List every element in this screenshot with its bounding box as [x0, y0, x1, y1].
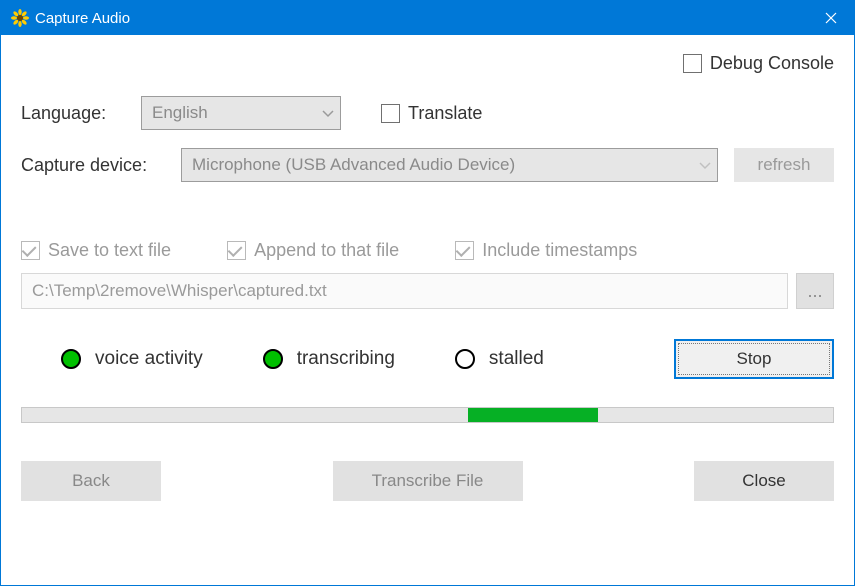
chevron-down-icon: [322, 103, 334, 123]
close-button[interactable]: Close: [694, 461, 834, 501]
progress-bar-fill: [468, 408, 598, 422]
chevron-down-icon: [699, 155, 711, 175]
stalled-label: stalled: [489, 348, 544, 370]
titlebar: Capture Audio: [1, 1, 854, 35]
append-to-file-label: Append to that file: [254, 240, 399, 261]
language-label: Language:: [21, 103, 141, 124]
translate-checkbox[interactable]: Translate: [381, 103, 482, 124]
refresh-label: refresh: [758, 155, 811, 175]
language-select[interactable]: English: [141, 96, 341, 130]
browse-button[interactable]: ...: [796, 273, 834, 309]
transcribing-indicator: transcribing: [263, 348, 395, 370]
close-icon: [825, 12, 837, 24]
browse-label: ...: [807, 281, 822, 302]
window-title: Capture Audio: [35, 10, 808, 27]
stalled-indicator: stalled: [455, 348, 544, 370]
close-label: Close: [742, 471, 785, 491]
back-label: Back: [72, 471, 110, 491]
debug-console-label: Debug Console: [710, 53, 834, 74]
sunflower-icon: [11, 9, 29, 27]
refresh-button[interactable]: refresh: [734, 148, 834, 182]
capture-device-select[interactable]: Microphone (USB Advanced Audio Device): [181, 148, 718, 182]
checkbox-icon: [455, 241, 474, 260]
transcribing-label: transcribing: [297, 348, 395, 370]
save-to-file-checkbox[interactable]: Save to text file: [21, 240, 171, 261]
transcribe-file-button[interactable]: Transcribe File: [333, 461, 523, 501]
status-dot-icon: [61, 349, 81, 369]
checkbox-icon: [381, 104, 400, 123]
checkbox-icon: [227, 241, 246, 260]
include-timestamps-label: Include timestamps: [482, 240, 637, 261]
stop-label: Stop: [737, 349, 772, 369]
checkbox-icon: [683, 54, 702, 73]
save-to-file-label: Save to text file: [48, 240, 171, 261]
progress-bar: [21, 407, 834, 423]
capture-device-label: Capture device:: [21, 155, 181, 176]
include-timestamps-checkbox[interactable]: Include timestamps: [455, 240, 637, 261]
capture-audio-dialog: Capture Audio Debug Console Language: En…: [0, 0, 855, 586]
capture-device-selected: Microphone (USB Advanced Audio Device): [192, 155, 515, 175]
file-path-input[interactable]: C:\Temp\2remove\Whisper\captured.txt: [21, 273, 788, 309]
status-row: voice activity transcribing stalled Stop: [21, 339, 834, 379]
language-row: Language: English Translate: [21, 96, 834, 130]
debug-console-checkbox[interactable]: Debug Console: [683, 53, 834, 74]
capture-device-row: Capture device: Microphone (USB Advanced…: [21, 148, 834, 182]
file-path-row: C:\Temp\2remove\Whisper\captured.txt ...: [21, 273, 834, 309]
debug-row: Debug Console: [21, 53, 834, 74]
status-dot-icon: [263, 349, 283, 369]
checkbox-icon: [21, 241, 40, 260]
transcribe-file-label: Transcribe File: [372, 471, 484, 491]
voice-activity-indicator: voice activity: [61, 348, 203, 370]
dialog-content: Debug Console Language: English Translat…: [1, 35, 854, 585]
file-path-value: C:\Temp\2remove\Whisper\captured.txt: [32, 281, 327, 301]
save-options-row: Save to text file Append to that file In…: [21, 240, 834, 261]
close-window-button[interactable]: [808, 1, 854, 35]
status-dot-icon: [455, 349, 475, 369]
append-to-file-checkbox[interactable]: Append to that file: [227, 240, 399, 261]
translate-label: Translate: [408, 103, 482, 124]
stop-button[interactable]: Stop: [674, 339, 834, 379]
back-button[interactable]: Back: [21, 461, 161, 501]
bottom-button-row: Back Transcribe File Close: [21, 461, 834, 501]
voice-activity-label: voice activity: [95, 348, 203, 370]
language-selected: English: [152, 103, 208, 123]
